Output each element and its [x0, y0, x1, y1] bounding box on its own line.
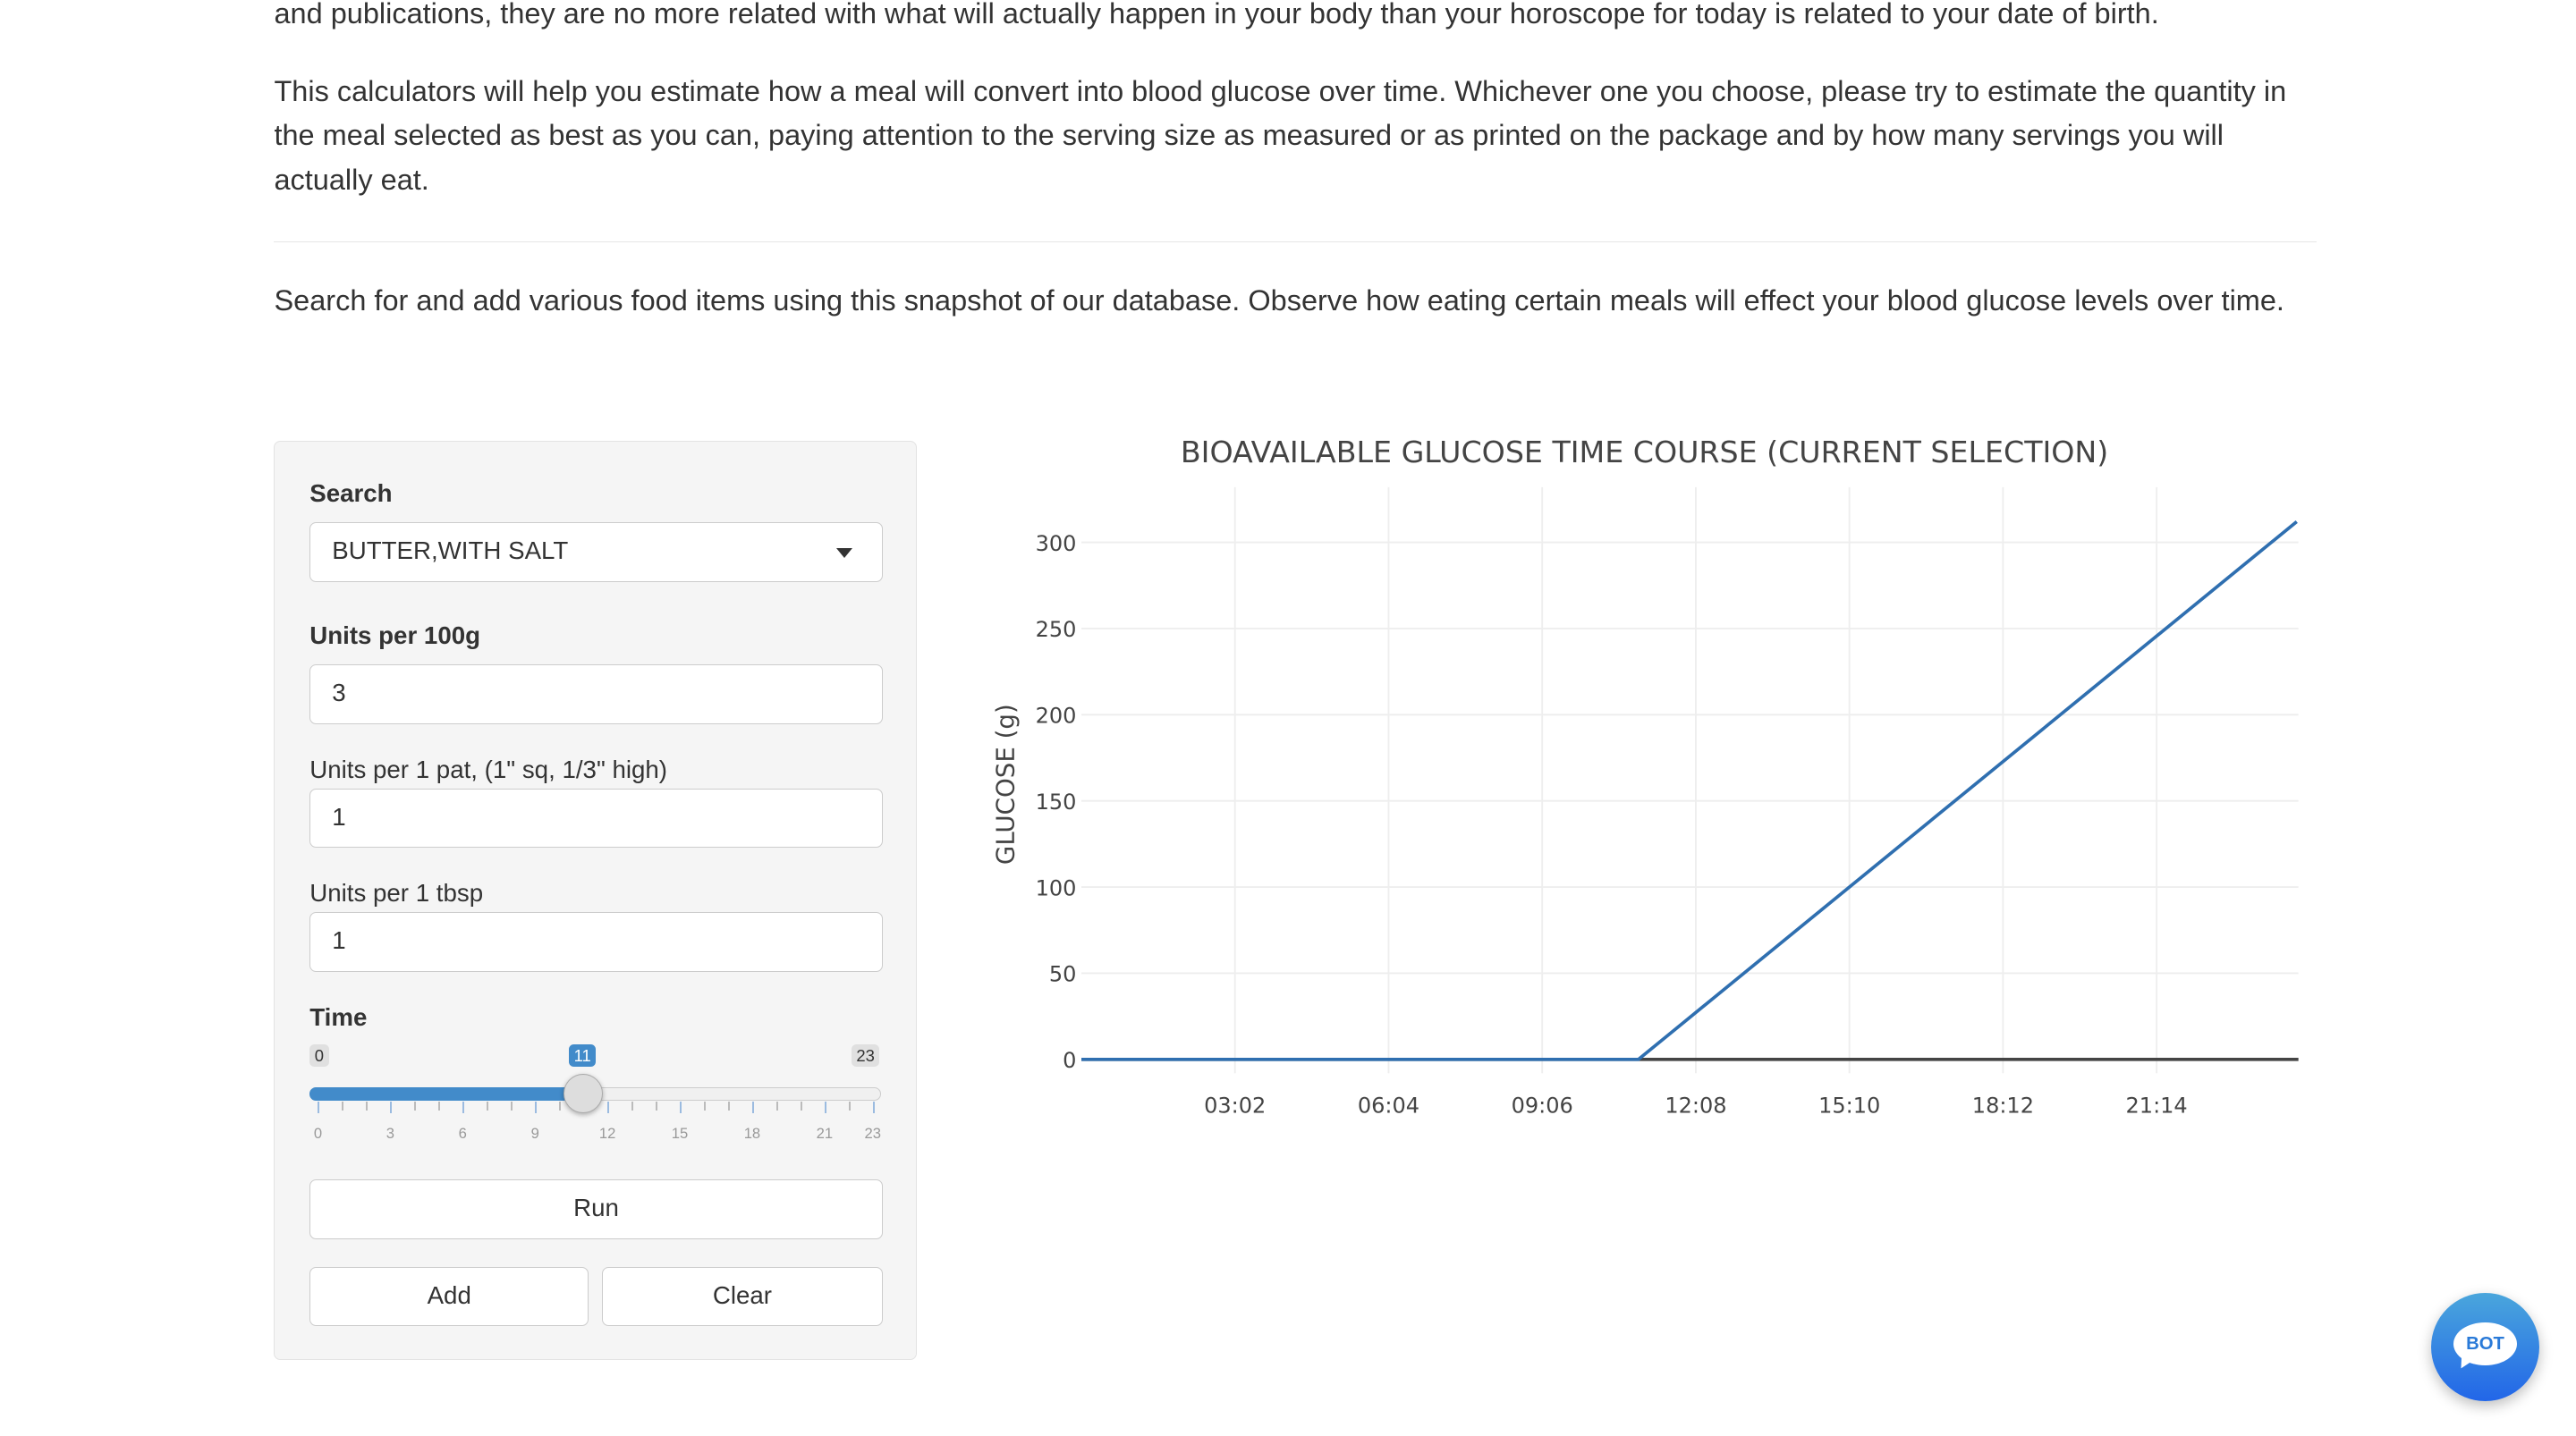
- search-select[interactable]: BUTTER,WITH SALT: [309, 522, 883, 582]
- y-tick-label: 100: [1036, 875, 1077, 900]
- chart-title: BIOAVAILABLE GLUCOSE TIME COURSE (CURREN…: [1181, 435, 2108, 469]
- slider-tick: [390, 1102, 393, 1114]
- slider-tick: [727, 1102, 730, 1111]
- slider-max-badge: 23: [851, 1043, 880, 1068]
- intro-paragraph-1: and publications, they are no more relat…: [274, 0, 2159, 30]
- units-100g-input[interactable]: 3: [309, 664, 883, 724]
- y-tick-label: 150: [1036, 790, 1077, 815]
- slider-tick: [775, 1102, 778, 1111]
- intro-paragraph-2: This calculators will help you estimate …: [274, 74, 2287, 197]
- run-button[interactable]: Run: [309, 1179, 883, 1239]
- x-tick-label: 15:10: [1818, 1093, 1880, 1118]
- divider: [274, 241, 2318, 242]
- slider-tick-label: 3: [386, 1125, 394, 1143]
- time-label: Time: [309, 1002, 368, 1031]
- chat-bot-button[interactable]: BOT: [2430, 1292, 2540, 1402]
- slider-tick: [487, 1102, 489, 1111]
- units-pat-input[interactable]: 1: [309, 788, 883, 849]
- slider-tick: [438, 1102, 441, 1111]
- slider-tick: [366, 1102, 369, 1111]
- y-tick-label: 250: [1036, 617, 1077, 642]
- slider-tick: [511, 1102, 513, 1111]
- x-tick-label: 09:06: [1512, 1093, 1573, 1118]
- slider-tick: [559, 1102, 562, 1111]
- slider-tick: [872, 1102, 875, 1114]
- input-panel: Search BUTTER,WITH SALT Units per 100g 3…: [274, 440, 917, 1361]
- search-value: BUTTER,WITH SALT: [332, 536, 569, 565]
- slider-tick-label: 9: [530, 1125, 539, 1143]
- units-100g-label: Units per 100g: [309, 621, 481, 650]
- slider-tick: [607, 1102, 609, 1114]
- y-axis-title: GLUCOSE (g): [991, 704, 1021, 865]
- slider-tick-label: 0: [313, 1125, 323, 1143]
- chevron-down-icon: [835, 548, 852, 558]
- x-tick-label: 18:12: [1972, 1093, 2034, 1118]
- x-tick-label: 06:04: [1358, 1093, 1419, 1118]
- slider-tick: [631, 1102, 633, 1111]
- slider-tick: [800, 1102, 802, 1111]
- y-tick-label: 50: [1049, 961, 1077, 986]
- y-tick-label: 0: [1063, 1048, 1076, 1073]
- chat-bubble-icon: BOT: [2453, 1322, 2517, 1365]
- slider-tick-label: 18: [743, 1125, 761, 1143]
- slider-tick-label: 12: [598, 1125, 616, 1143]
- slider-tick: [414, 1102, 417, 1111]
- x-tick-label: 03:02: [1204, 1093, 1266, 1118]
- slider-tick: [318, 1102, 320, 1114]
- x-tick-label: 12:08: [1665, 1093, 1727, 1118]
- slider-fill: [309, 1086, 584, 1101]
- slider-tick: [462, 1102, 465, 1114]
- y-tick-label: 300: [1036, 531, 1077, 556]
- add-button[interactable]: Add: [309, 1267, 589, 1327]
- search-label: Search: [309, 479, 393, 508]
- units-pat-label: Units per 1 pat, (1" sq, 1/3" high): [309, 755, 668, 783]
- glucose-chart: BIOAVAILABLE GLUCOSE TIME COURSE (CURREN…: [991, 435, 2299, 1118]
- slider-tick: [703, 1102, 706, 1111]
- slider-tick-label: 23: [864, 1125, 882, 1143]
- units-tbsp-input[interactable]: 1: [309, 912, 883, 972]
- units-tbsp-label: Units per 1 tbsp: [309, 879, 484, 908]
- slider-tick: [656, 1102, 657, 1111]
- slider-handle[interactable]: [564, 1074, 604, 1114]
- x-tick-label: 21:14: [2126, 1093, 2188, 1118]
- glucose-series-line: [1081, 519, 2299, 1061]
- intro-paragraph-3: Search for and add various food items us…: [274, 284, 2284, 317]
- slider-tick: [680, 1102, 682, 1114]
- slider-tick-label: 6: [458, 1125, 467, 1143]
- slider-tick: [535, 1102, 538, 1114]
- slider-tick: [342, 1102, 344, 1111]
- slider-value-badge: 11: [569, 1043, 597, 1068]
- y-tick-label: 200: [1036, 703, 1077, 728]
- slider-tick: [751, 1102, 754, 1114]
- slider-min-badge: 0: [309, 1043, 329, 1068]
- slider-tick: [848, 1102, 851, 1111]
- slider-tick: [824, 1102, 826, 1114]
- slider-tick-label: 15: [671, 1125, 689, 1143]
- clear-button[interactable]: Clear: [602, 1267, 883, 1327]
- slider-tick-label: 21: [816, 1125, 834, 1143]
